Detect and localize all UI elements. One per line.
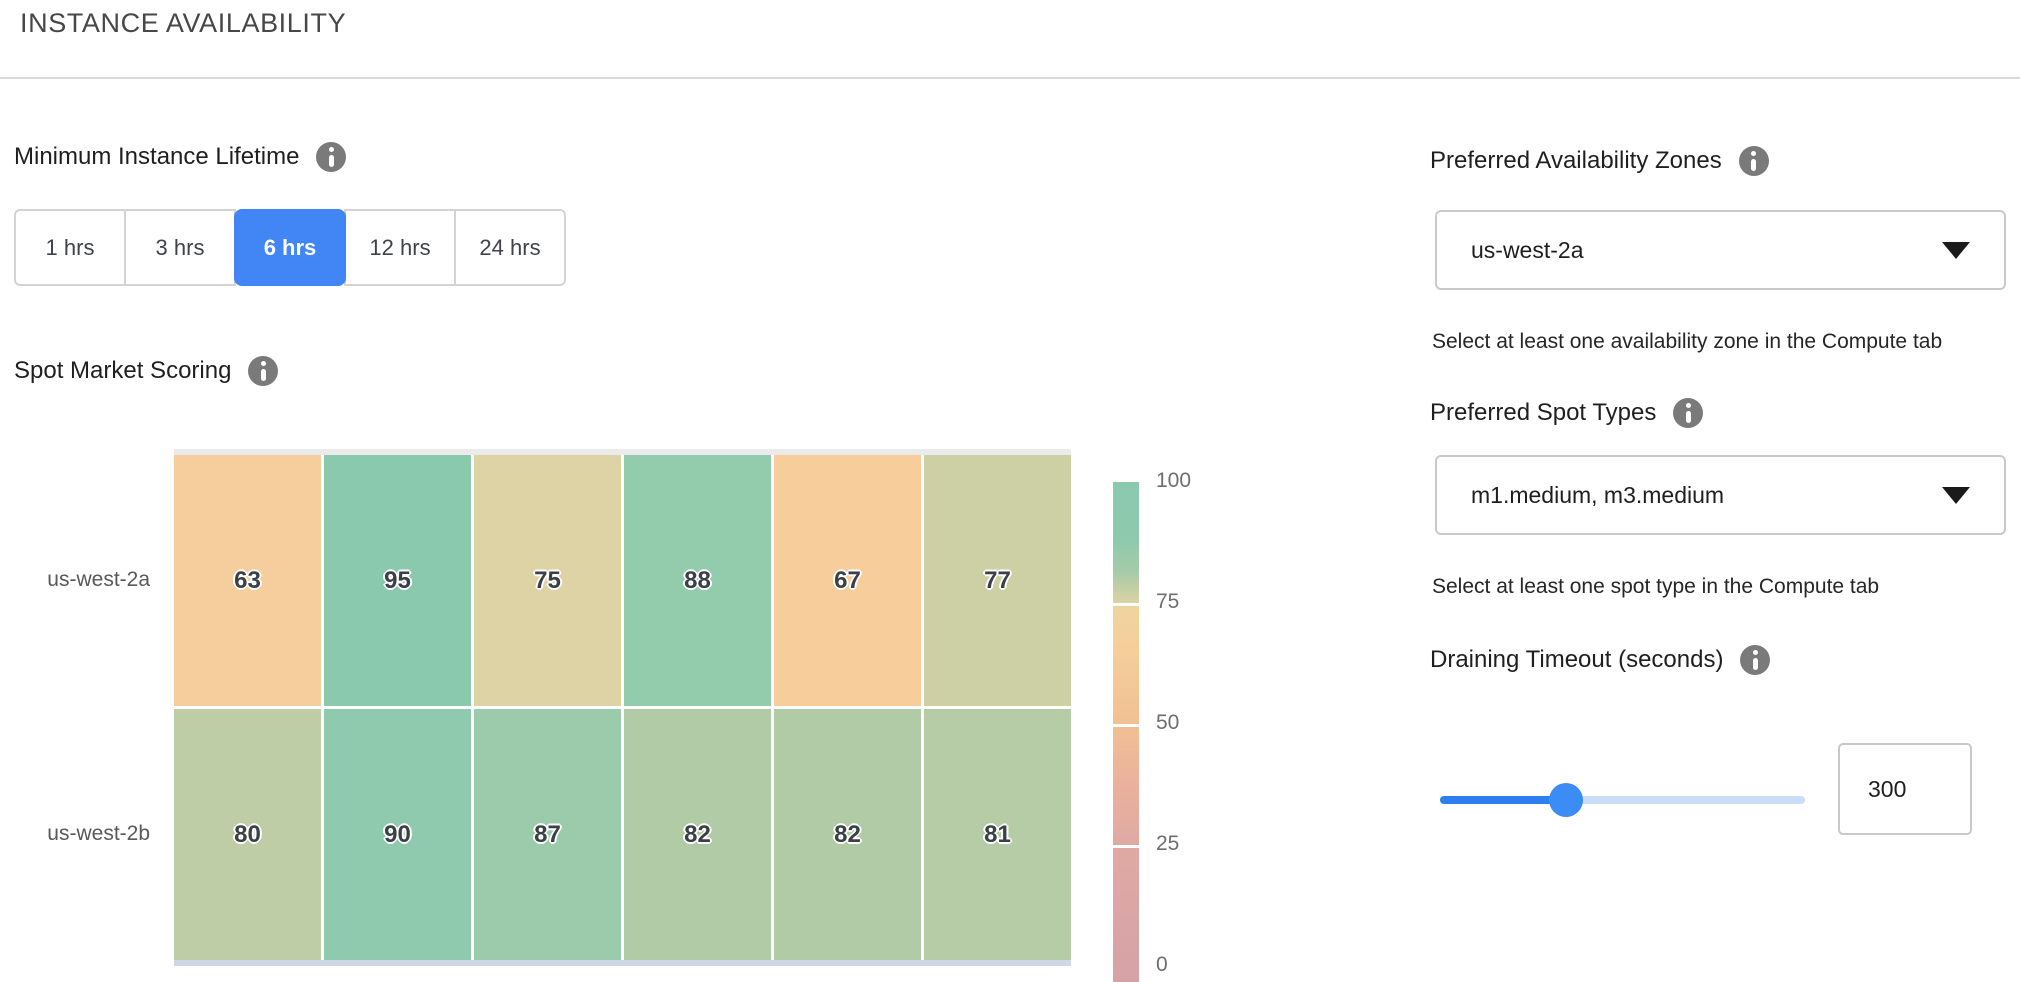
header-divider xyxy=(0,77,2020,79)
colorbar-tick-label: 100 xyxy=(1156,469,1226,493)
spot-types-helper: Select at least one spot type in the Com… xyxy=(1432,575,1879,599)
info-icon[interactable] xyxy=(248,356,278,386)
heatmap-cell: 63 xyxy=(174,455,321,706)
draining-timeout-input[interactable] xyxy=(1838,743,1972,835)
colorbar-tick-line xyxy=(1113,845,1139,848)
lifetime-option-button[interactable]: 24 hrs xyxy=(454,209,566,286)
draining-timeout-label: Draining Timeout (seconds) xyxy=(1430,646,1723,674)
slider-thumb[interactable] xyxy=(1549,783,1583,817)
spot-scoring-heatmap: 639575886777809087828281 xyxy=(174,449,1071,966)
colorbar-tick-label: 0 xyxy=(1156,953,1226,977)
minimum-instance-lifetime-label: Minimum Instance Lifetime xyxy=(14,143,299,171)
heatmap-cell: 82 xyxy=(774,709,921,960)
heatmap-cell: 80 xyxy=(174,709,321,960)
colorbar-tick-label: 75 xyxy=(1156,590,1226,614)
colorbar-tick-line xyxy=(1113,603,1139,606)
info-icon[interactable] xyxy=(1673,398,1703,428)
heatmap-cell: 82 xyxy=(624,709,771,960)
info-icon[interactable] xyxy=(316,142,346,172)
preferred-availability-zones-header: Preferred Availability Zones xyxy=(1430,146,1769,176)
lifetime-button-group: 1 hrs3 hrs6 hrs12 hrs24 hrs xyxy=(14,209,566,286)
preferred-availability-zones-label: Preferred Availability Zones xyxy=(1430,147,1722,175)
colorbar-tick-label: 50 xyxy=(1156,711,1226,735)
heatmap-colorbar xyxy=(1113,482,1139,982)
lifetime-option-button[interactable]: 12 hrs xyxy=(344,209,456,286)
lifetime-option-button[interactable]: 3 hrs xyxy=(124,209,236,286)
availability-zones-helper: Select at least one availability zone in… xyxy=(1432,330,1942,354)
minimum-instance-lifetime-header: Minimum Instance Lifetime xyxy=(14,142,346,172)
spot-types-value: m1.medium, m3.medium xyxy=(1471,482,1724,509)
draining-timeout-slider[interactable] xyxy=(1440,780,1805,820)
page-title: INSTANCE AVAILABILITY xyxy=(20,8,346,39)
slider-fill xyxy=(1440,796,1566,804)
heatmap-row-label: us-west-2a xyxy=(20,568,150,592)
availability-zones-select[interactable]: us-west-2a xyxy=(1435,210,2006,290)
heatmap-cell: 95 xyxy=(324,455,471,706)
spot-market-scoring-label: Spot Market Scoring xyxy=(14,357,231,385)
spot-types-select[interactable]: m1.medium, m3.medium xyxy=(1435,455,2006,535)
chevron-down-icon xyxy=(1942,242,1970,259)
info-icon[interactable] xyxy=(1739,146,1769,176)
lifetime-option-button[interactable]: 1 hrs xyxy=(14,209,126,286)
preferred-spot-types-label: Preferred Spot Types xyxy=(1430,399,1656,427)
availability-zones-value: us-west-2a xyxy=(1471,237,1583,264)
heatmap-cell: 90 xyxy=(324,709,471,960)
preferred-spot-types-header: Preferred Spot Types xyxy=(1430,398,1703,428)
draining-timeout-header: Draining Timeout (seconds) xyxy=(1430,645,1770,675)
chevron-down-icon xyxy=(1942,487,1970,504)
spot-market-scoring-header: Spot Market Scoring xyxy=(14,356,278,386)
heatmap-cell: 81 xyxy=(924,709,1071,960)
heatmap-cell: 87 xyxy=(474,709,621,960)
heatmap-cell: 88 xyxy=(624,455,771,706)
colorbar-tick-label: 25 xyxy=(1156,832,1226,856)
colorbar-tick-line xyxy=(1113,724,1139,727)
heatmap-cell: 75 xyxy=(474,455,621,706)
heatmap-cell: 77 xyxy=(924,455,1071,706)
heatmap-row-label: us-west-2b xyxy=(20,822,150,846)
heatmap-cell: 67 xyxy=(774,455,921,706)
info-icon[interactable] xyxy=(1740,645,1770,675)
instance-availability-page: INSTANCE AVAILABILITY Minimum Instance L… xyxy=(0,0,2020,982)
lifetime-option-button[interactable]: 6 hrs xyxy=(234,209,346,286)
